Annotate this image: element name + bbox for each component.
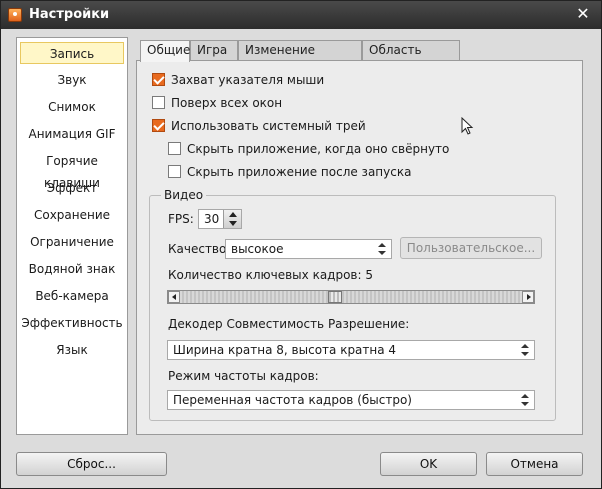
title-bar[interactable]: Настройки ✕ <box>1 1 601 29</box>
framerate-mode-label: Режим частоты кадров: <box>168 369 319 383</box>
tab-game[interactable]: Игра <box>190 40 238 61</box>
sidebar-item-webcam[interactable]: Веб-камера <box>20 285 124 307</box>
close-icon[interactable]: ✕ <box>573 4 593 24</box>
category-sidebar: Запись Звук Снимок Анимация GIF Горячие … <box>16 37 128 435</box>
sidebar-item-gif[interactable]: Анимация GIF <box>20 123 124 145</box>
system-tray-label: Использовать системный трей <box>171 119 366 133</box>
custom-quality-button[interactable]: Пользовательское... <box>400 237 542 259</box>
slider-thumb[interactable] <box>328 291 342 303</box>
quality-label: Качество: <box>168 242 231 256</box>
reset-button[interactable]: Сброс... <box>16 452 167 476</box>
keyframes-label: Количество ключевых кадров: 5 <box>168 268 373 282</box>
cancel-button[interactable]: Отмена <box>486 452 583 476</box>
hide-when-minimized-label: Скрыть приложение, когда оно свёрнуто <box>187 142 450 156</box>
sidebar-item-effect[interactable]: Эффект <box>20 177 124 199</box>
framerate-mode-value: Переменная частота кадров (быстро) <box>173 393 412 407</box>
sidebar-item-save[interactable]: Сохранение <box>20 204 124 226</box>
sidebar-item-sound[interactable]: Звук <box>20 69 124 91</box>
quality-value: высокое <box>231 242 284 256</box>
sidebar-item-watermark[interactable]: Водяной знак <box>20 258 124 280</box>
fps-value: 30 <box>204 212 220 226</box>
always-on-top-label: Поверх всех окон <box>171 96 283 110</box>
tab-resize[interactable]: Изменение размера <box>238 40 362 76</box>
ok-button[interactable]: OK <box>380 452 477 476</box>
tab-general[interactable]: Общие <box>140 40 190 62</box>
keyframes-slider[interactable] <box>167 290 535 304</box>
sidebar-item-record[interactable]: Запись <box>20 42 124 64</box>
always-on-top-option[interactable]: Поверх всех окон <box>152 95 352 113</box>
decoder-dropdown-icon <box>521 344 529 356</box>
window-title: Настройки <box>29 7 110 22</box>
system-tray-option[interactable]: Использовать системный трей <box>152 118 372 136</box>
sidebar-item-limit[interactable]: Ограничение <box>20 231 124 253</box>
framerate-mode-select[interactable]: Переменная частота кадров (быстро) <box>167 390 535 410</box>
hide-when-minimized-checkbox[interactable] <box>168 142 181 155</box>
hide-after-start-checkbox[interactable] <box>168 165 181 178</box>
hide-after-start-option[interactable]: Скрыть приложение после запуска <box>168 164 412 182</box>
sidebar-item-language[interactable]: Язык <box>20 339 124 361</box>
sidebar-item-hotkeys[interactable]: Горячие клавиши <box>20 150 124 190</box>
decoder-value: Ширина кратна 8, высота кратна 4 <box>173 343 397 357</box>
hide-when-minimized-option[interactable]: Скрыть приложение, когда оно свёрнуто <box>168 141 449 159</box>
fps-label: FPS: <box>168 212 194 226</box>
fps-stepper[interactable]: 30 <box>198 209 242 229</box>
always-on-top-checkbox[interactable] <box>152 96 165 109</box>
hide-after-start-label: Скрыть приложение после запуска <box>187 165 412 179</box>
capture-cursor-label: Захват указателя мыши <box>171 73 325 87</box>
tab-record-area[interactable]: Область записи <box>362 40 460 76</box>
slider-left-arrow-icon[interactable] <box>168 291 180 303</box>
video-group-title: Видео <box>161 188 207 202</box>
decoder-select[interactable]: Ширина кратна 8, высота кратна 4 <box>167 340 535 360</box>
framerate-dropdown-icon <box>521 394 529 406</box>
quality-dropdown-icon <box>378 243 386 255</box>
app-icon <box>8 8 22 22</box>
fps-spin-icon[interactable] <box>223 210 241 228</box>
capture-cursor-option[interactable]: Захват указателя мыши <box>152 72 352 90</box>
sidebar-item-snapshot[interactable]: Снимок <box>20 96 124 118</box>
system-tray-checkbox[interactable] <box>152 119 165 132</box>
decoder-label: Декодер Совместимость Разрешение: <box>168 317 410 331</box>
quality-select[interactable]: высокое <box>225 239 392 259</box>
settings-window: Настройки ✕ Запись Звук Снимок Анимация … <box>0 0 602 489</box>
mouse-pointer-icon <box>461 117 474 135</box>
capture-cursor-checkbox[interactable] <box>152 73 165 86</box>
sidebar-item-performance[interactable]: Эффективность <box>20 312 124 334</box>
slider-right-arrow-icon[interactable] <box>522 291 534 303</box>
